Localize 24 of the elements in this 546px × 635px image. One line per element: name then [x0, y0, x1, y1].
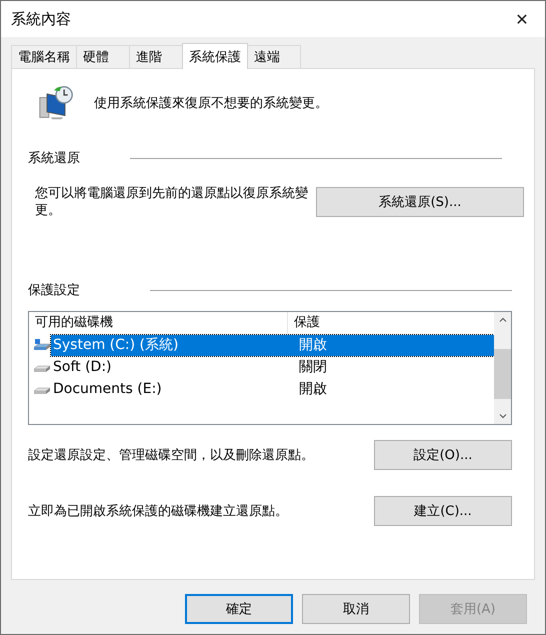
intro-text: 使用系統保護來復原不想要的系統變更。: [94, 95, 328, 112]
group-heading: 系統還原: [28, 150, 81, 167]
window-title: 系統內容: [11, 10, 71, 28]
dialog-button[interactable]: 取消: [302, 594, 410, 624]
tab[interactable]: 系統保護: [182, 43, 248, 69]
scroll-thumb[interactable]: [494, 349, 511, 399]
computer-restore-icon: [38, 85, 74, 121]
restore-description: 您可以將電腦還原到先前的還原點以復原系統變更。: [35, 185, 309, 219]
group-heading: 保護設定: [28, 282, 81, 299]
system-restore-button[interactable]: 系統還原(S)...: [316, 187, 524, 217]
scrollbar[interactable]: [494, 312, 511, 424]
column-header[interactable]: 可用的磁碟機: [29, 312, 287, 334]
drive-row[interactable]: Documents (E:) 開啟: [51, 378, 494, 400]
tab[interactable]: 電腦名稱: [11, 45, 77, 68]
action-description: 立即為已開啟系統保護的磁碟機建立還原點。: [28, 503, 288, 520]
close-button[interactable]: ✕: [499, 1, 545, 37]
dialog-button[interactable]: 確定: [185, 594, 293, 624]
action-description: 設定還原設定、管理磁碟空間，以及刪除還原點。: [28, 447, 314, 464]
tab[interactable]: 遠端: [247, 45, 301, 68]
action-button[interactable]: 設定(O)...: [374, 440, 512, 470]
system-drive-icon: [33, 339, 51, 351]
action-button[interactable]: 建立(C)...: [374, 496, 512, 526]
drive-row[interactable]: Soft (D:) 關閉: [51, 356, 494, 378]
drive-row[interactable]: System (C:) (系統) 開啟: [51, 334, 494, 356]
